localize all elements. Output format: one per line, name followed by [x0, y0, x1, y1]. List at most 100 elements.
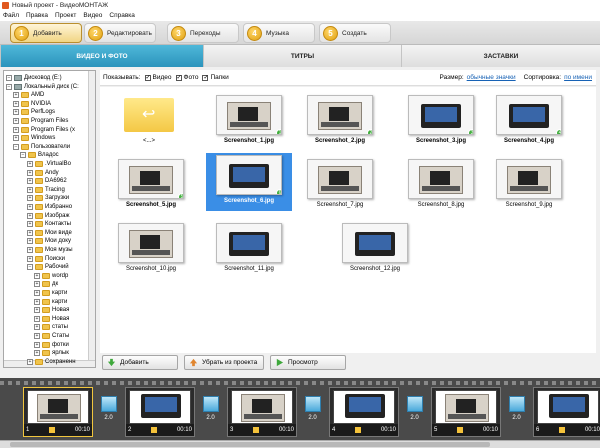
size-value-link[interactable]: обычные значки — [467, 74, 516, 81]
menu-edit[interactable]: Правка — [26, 12, 48, 19]
step-edit[interactable]: 2 Редактировать — [84, 23, 156, 43]
tree-expander-icon[interactable]: + — [27, 212, 33, 219]
tree-expander-icon[interactable]: + — [34, 290, 40, 296]
folders-checkbox[interactable]: ✓ — [202, 74, 208, 81]
transition-slot[interactable]: 2.0 — [199, 396, 222, 434]
storyboard-slot[interactable]: 2 00:10 — [125, 387, 195, 437]
tab-intros[interactable]: ЗАСТАВКИ — [401, 45, 600, 67]
media-file-tile[interactable]: Screenshot_11.jpg — [206, 221, 292, 279]
storyboard-slot[interactable]: 1 00:10 — [23, 387, 93, 437]
tree-expander-icon[interactable]: + — [27, 186, 33, 193]
tree-expander-icon[interactable]: + — [34, 350, 40, 357]
media-file-tile[interactable]: 4 Screenshot_4.jpg — [486, 93, 572, 151]
media-file-tile[interactable]: 6 Screenshot_6.jpg — [206, 153, 292, 211]
file-name: Screenshot_2.jpg — [314, 138, 365, 144]
preview-button[interactable]: Просмотр — [270, 355, 346, 370]
tree-expander-icon[interactable]: − — [27, 264, 33, 271]
menu-video[interactable]: Видео — [83, 12, 102, 19]
edit-pencil-icon[interactable] — [355, 427, 362, 433]
edit-pencil-icon[interactable] — [49, 427, 56, 433]
remove-from-project-button[interactable]: Убрать из проекта — [184, 355, 264, 370]
tree-expander-icon[interactable]: + — [34, 341, 40, 348]
folder-icon — [42, 307, 50, 314]
menu-help[interactable]: Справка — [109, 12, 135, 19]
tree-item-label: Новая — [52, 307, 70, 314]
transition-slot[interactable]: 2.0 — [403, 396, 426, 434]
tree-expander-icon[interactable]: − — [13, 143, 19, 150]
tree-expander-icon[interactable]: − — [6, 83, 12, 90]
tree-expander-icon[interactable]: + — [27, 204, 33, 210]
photo-checkbox[interactable]: ✓ — [175, 74, 182, 81]
tree-item-label: ярлык — [52, 350, 69, 357]
tree-expander-icon[interactable]: + — [27, 195, 33, 202]
file-thumbnail: 6 — [216, 155, 282, 195]
drive-icon — [14, 75, 22, 81]
tree-expander-icon[interactable]: + — [27, 229, 33, 236]
tree-expander-icon[interactable]: + — [34, 315, 40, 322]
edit-pencil-icon[interactable] — [559, 427, 566, 433]
media-file-tile[interactable]: 3 Screenshot_3.jpg — [398, 93, 484, 151]
tree-expander-icon[interactable]: + — [27, 255, 33, 262]
tree-expander-icon[interactable]: + — [34, 307, 40, 314]
tree-expander-icon[interactable]: − — [6, 75, 12, 81]
tree-expander-icon[interactable]: + — [27, 358, 33, 365]
edit-pencil-icon[interactable] — [151, 427, 158, 433]
media-file-tile[interactable]: 1 Screenshot_1.jpg — [206, 93, 292, 151]
storyboard-scrollbar[interactable] — [0, 440, 600, 448]
storyboard-slot[interactable]: 6 00:10 — [533, 387, 600, 437]
tree-expander-icon[interactable]: + — [34, 324, 40, 331]
storyboard-slot[interactable]: 3 00:10 — [227, 387, 297, 437]
step-music[interactable]: 4 Музыка — [243, 23, 315, 43]
tree-expander-icon[interactable]: + — [27, 221, 33, 228]
media-file-tile[interactable]: Screenshot_8.jpg — [398, 157, 484, 215]
storyboard-scroll-thumb[interactable] — [10, 442, 490, 447]
tree-expander-icon[interactable]: + — [27, 161, 33, 167]
add-button[interactable]: Добавить — [102, 355, 178, 370]
step-transitions[interactable]: 3 Переходы — [167, 23, 239, 43]
edit-pencil-icon[interactable] — [253, 427, 260, 433]
transition-slot[interactable]: 2.0 — [301, 396, 324, 434]
media-file-tile[interactable]: 5 Screenshot_5.jpg — [108, 157, 194, 215]
tree-expander-icon[interactable]: + — [34, 298, 40, 305]
media-file-tile[interactable]: Screenshot_9.jpg — [486, 157, 572, 215]
tree-expander-icon[interactable]: + — [27, 169, 33, 176]
tree-expander-icon[interactable]: + — [13, 118, 19, 124]
transition-slot[interactable]: 2.0 — [97, 396, 120, 434]
media-file-tile[interactable]: Screenshot_7.jpg — [297, 157, 383, 215]
media-file-tile[interactable]: 2 Screenshot_2.jpg — [297, 93, 383, 151]
tree-expander-icon[interactable]: + — [27, 238, 33, 245]
slot-number: 3 — [230, 427, 234, 433]
tree-expander-icon[interactable]: + — [13, 126, 19, 133]
step-add[interactable]: 1 Добавить — [10, 23, 82, 43]
tree-item-label: Дисковод (E:) — [24, 75, 62, 81]
tree-expander-icon[interactable]: + — [34, 333, 40, 339]
tree-expander-icon[interactable]: + — [13, 135, 19, 142]
tree-expander-icon[interactable]: + — [34, 281, 40, 288]
video-checkbox[interactable]: ✓ — [144, 74, 151, 81]
transition-slot[interactable]: 2.0 — [505, 396, 528, 434]
sort-value-link[interactable]: по имени — [564, 74, 592, 81]
tree-vertical-scrollbar[interactable] — [88, 71, 95, 367]
tree-item[interactable]: + Сохраненн — [27, 357, 76, 367]
media-file-tile[interactable]: Screenshot_12.jpg — [332, 221, 418, 279]
tree-expander-icon[interactable]: + — [34, 272, 40, 279]
folder-icon — [21, 118, 29, 124]
step-create[interactable]: 5 Создать — [319, 23, 391, 43]
tab-titles[interactable]: ТИТРЫ — [203, 45, 401, 67]
parent-folder-tile[interactable]: <...> — [106, 93, 192, 151]
tree-item-label: AMD — [31, 92, 45, 99]
folder-tree[interactable]: − Дисковод (E:) − Локальный диск (C: + AMD + NV… — [3, 70, 96, 368]
tree-expander-icon[interactable]: − — [20, 152, 26, 159]
edit-pencil-icon[interactable] — [457, 427, 464, 433]
tree-expander-icon[interactable]: + — [27, 247, 33, 253]
menu-project[interactable]: Проект — [55, 12, 76, 19]
media-file-tile[interactable]: Screenshot_10.jpg — [108, 221, 194, 279]
storyboard-slot[interactable]: 4 00:10 — [329, 387, 399, 437]
tree-expander-icon[interactable]: + — [13, 109, 19, 116]
tree-expander-icon[interactable]: + — [13, 100, 19, 107]
menu-file[interactable]: Файл — [3, 12, 19, 19]
tab-video-photo[interactable]: ВИДЕО И ФОТО — [0, 45, 203, 67]
tree-expander-icon[interactable]: + — [13, 92, 19, 99]
storyboard-slot[interactable]: 5 00:10 — [431, 387, 501, 437]
tree-expander-icon[interactable]: + — [27, 178, 33, 185]
